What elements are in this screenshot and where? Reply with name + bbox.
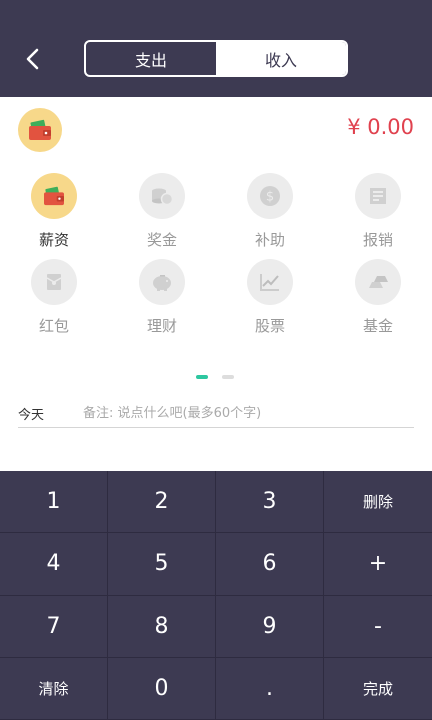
number-keypad: 1 2 3 删除 4 5 6 + 7 8 9 - 清除 0 . 完成 — [0, 471, 432, 720]
type-segmented-control: 支出 收入 — [84, 40, 348, 77]
category-reimbursement[interactable]: 报销 — [338, 173, 418, 250]
plus-key[interactable]: + — [324, 533, 432, 596]
page-dot[interactable] — [196, 375, 208, 379]
receipt-icon — [370, 188, 386, 204]
key-0[interactable]: 0 — [108, 657, 216, 720]
category-red-envelope[interactable]: 红包 — [14, 259, 94, 336]
key-3[interactable]: 3 — [216, 471, 324, 534]
red-envelope-icon — [46, 274, 62, 290]
note-row: 今天 — [18, 402, 414, 428]
note-input[interactable] — [83, 402, 403, 424]
clear-key[interactable]: 清除 — [0, 657, 108, 720]
category-label: 薪资 — [38, 231, 69, 249]
svg-text:$: $ — [266, 190, 274, 205]
page-indicator — [196, 375, 234, 379]
key-9[interactable]: 9 — [216, 595, 324, 658]
dollar-coin-icon: $ — [260, 186, 280, 206]
date-selector[interactable]: 今天 — [18, 404, 44, 423]
delete-key[interactable]: 删除 — [324, 471, 432, 534]
key-7[interactable]: 7 — [0, 595, 108, 658]
gold-bars-icon — [369, 276, 388, 288]
minus-key[interactable]: - — [324, 596, 432, 658]
category-label: 股票 — [254, 317, 285, 335]
amount-display: ¥ 0.00 — [347, 115, 414, 139]
category-label: 补助 — [254, 231, 285, 249]
page-dot[interactable] — [222, 375, 234, 379]
chevron-left-icon — [26, 48, 39, 70]
category-label: 红包 — [38, 317, 69, 335]
selected-category-icon — [18, 108, 62, 152]
done-key[interactable]: 完成 — [324, 658, 432, 720]
key-2[interactable]: 2 — [108, 471, 216, 534]
category-label: 理财 — [146, 317, 177, 335]
tab-income[interactable]: 收入 — [216, 42, 346, 75]
wallet-icon — [44, 186, 64, 206]
key-4[interactable]: 4 — [0, 533, 108, 596]
category-wealth-management[interactable]: 理财 — [122, 259, 202, 336]
back-button[interactable] — [18, 44, 48, 74]
wallet-icon — [29, 119, 51, 140]
category-stocks[interactable]: 股票 — [230, 259, 310, 336]
category-salary[interactable]: 薪资 — [14, 173, 94, 250]
coins-icon — [152, 188, 174, 206]
header-bar: 支出 收入 — [0, 0, 432, 97]
category-label: 奖金 — [146, 231, 177, 249]
key-8[interactable]: 8 — [108, 595, 216, 658]
category-subsidy[interactable]: $ 补助 — [230, 173, 310, 250]
category-label: 报销 — [362, 231, 393, 249]
piggy-bank-icon — [153, 275, 171, 291]
category-fund[interactable]: 基金 — [338, 259, 418, 336]
key-6[interactable]: 6 — [216, 533, 324, 596]
tab-expense[interactable]: 支出 — [86, 42, 216, 75]
category-bonus[interactable]: 奖金 — [122, 173, 202, 250]
stock-chart-icon — [260, 274, 279, 291]
key-5[interactable]: 5 — [108, 533, 216, 596]
category-label: 基金 — [362, 317, 393, 335]
decimal-key[interactable]: . — [216, 657, 324, 720]
key-1[interactable]: 1 — [0, 471, 108, 534]
